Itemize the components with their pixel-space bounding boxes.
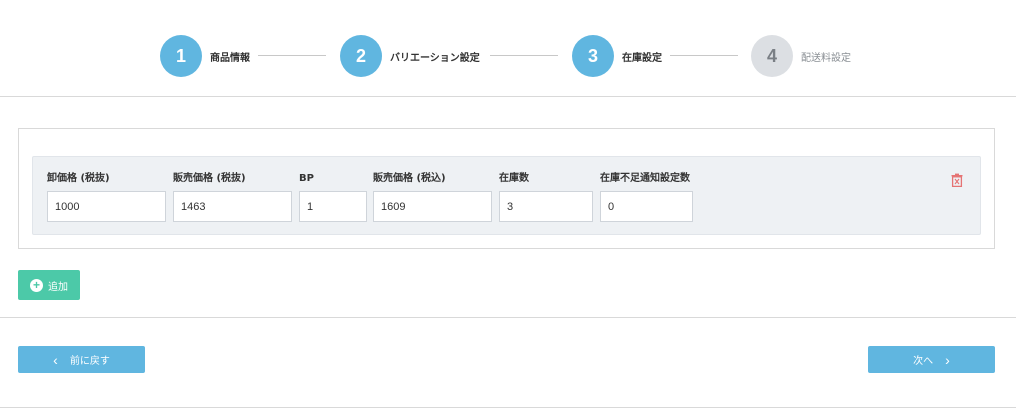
field-label: 販売価格 (税抜) [173, 173, 246, 184]
progress-stepper: 1 商品情報 2 バリエーション設定 3 在庫設定 4 配送料設定 [0, 0, 1016, 97]
low-stock-threshold-field: 在庫不足通知設定数 [600, 172, 693, 222]
stock-quantity-field: 在庫数 [499, 172, 593, 222]
step-connector [490, 55, 558, 56]
wholesale-price-field: 卸価格 (税抜) [47, 172, 166, 222]
divider [0, 407, 1016, 408]
step-connector [258, 55, 326, 56]
field-label: 在庫数 [499, 173, 529, 184]
step-label: バリエーション設定 [390, 52, 480, 64]
field-label: 卸価格 (税抜) [47, 173, 110, 184]
retail-price-excl-tax-input[interactable] [173, 191, 292, 222]
next-button[interactable]: 次へ › [868, 346, 995, 373]
stock-quantity-input[interactable] [499, 191, 593, 222]
divider [0, 317, 1016, 318]
retail-price-incl-tax-field: 販売価格 (税込) [373, 172, 492, 222]
variation-row: 卸価格 (税抜) 販売価格 (税抜) BP 販売価格 (税込) 在庫数 在庫不足… [32, 156, 981, 235]
plus-circle-icon: + [30, 278, 43, 292]
chevron-right-icon: › [945, 351, 950, 368]
field-label: 在庫不足通知設定数 [600, 173, 690, 184]
step-number: 1 [160, 35, 202, 77]
step-number: 3 [572, 35, 614, 77]
step-label: 配送料設定 [801, 52, 851, 64]
bp-field: BP [299, 172, 367, 222]
retail-price-excl-tax-field: 販売価格 (税抜) [173, 172, 292, 222]
field-label: 販売価格 (税込) [373, 173, 446, 184]
chevron-left-icon: ‹ [53, 351, 58, 368]
trash-icon[interactable] [950, 173, 964, 187]
step-variation-settings[interactable]: 2 バリエーション設定 [340, 35, 480, 77]
step-product-info[interactable]: 1 商品情報 [160, 35, 250, 77]
field-label: BP [299, 173, 314, 184]
step-connector [670, 55, 738, 56]
variation-panel: 卸価格 (税抜) 販売価格 (税抜) BP 販売価格 (税込) 在庫数 在庫不足… [18, 128, 995, 249]
next-button-label: 次へ [913, 356, 934, 367]
add-variation-button[interactable]: + 追加 [18, 270, 80, 300]
step-shipping-settings[interactable]: 4 配送料設定 [751, 35, 851, 77]
wholesale-price-input[interactable] [47, 191, 166, 222]
back-button-label: 前に戻す [69, 356, 110, 367]
retail-price-incl-tax-input[interactable] [373, 191, 492, 222]
back-button[interactable]: ‹ 前に戻す [18, 346, 145, 373]
step-number: 4 [751, 35, 793, 77]
step-label: 商品情報 [210, 52, 250, 64]
add-button-label: 追加 [48, 281, 68, 293]
bp-input[interactable] [299, 191, 367, 222]
step-number: 2 [340, 35, 382, 77]
step-label: 在庫設定 [622, 52, 662, 64]
step-inventory-settings[interactable]: 3 在庫設定 [572, 35, 662, 77]
low-stock-threshold-input[interactable] [600, 191, 693, 222]
